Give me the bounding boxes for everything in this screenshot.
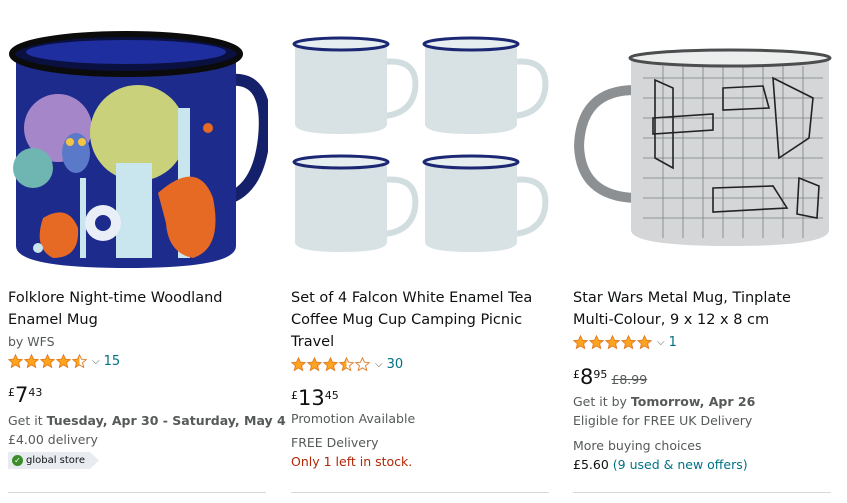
- product-card: Star Wars Metal Mug, Tinplate Multi-Colo…: [573, 0, 833, 503]
- divider: [291, 492, 549, 493]
- delivery-fee: £4.00 delivery: [8, 432, 98, 447]
- price-fraction: 45: [324, 389, 339, 402]
- delivery-info: Get it by Tomorrow, Apr 26: [573, 394, 755, 409]
- delivery-info: Get it Tuesday, Apr 30 - Saturday, May 4: [8, 413, 286, 428]
- price-whole: 8: [580, 365, 594, 389]
- price[interactable]: £ 13 45: [291, 386, 339, 410]
- star-full-icon: [589, 335, 604, 350]
- price-whole: 13: [298, 386, 325, 410]
- star-full-icon: [323, 357, 338, 372]
- review-count-link[interactable]: 1: [669, 335, 677, 350]
- price-fraction: 95: [593, 368, 608, 381]
- price-symbol: £: [573, 368, 580, 381]
- global-store-badge: ✓ global store: [8, 452, 99, 469]
- star-full-icon: [24, 354, 39, 369]
- delivery-date: Tuesday, Apr 30 - Saturday, May 4: [46, 413, 286, 428]
- star-full-icon: [307, 357, 322, 372]
- price-fraction: 43: [28, 386, 43, 399]
- delivery-note: Eligible for FREE UK Delivery: [573, 413, 753, 428]
- chevron-down-icon[interactable]: ⌵: [375, 359, 383, 370]
- star-full-icon: [8, 354, 23, 369]
- delivery-prefix: Get it by: [573, 394, 631, 409]
- divider: [8, 492, 266, 493]
- star-full-icon: [637, 335, 652, 350]
- star-half-icon: [339, 357, 354, 372]
- delivery-prefix: Get it: [8, 413, 47, 428]
- offer-price: £5.60: [573, 457, 609, 472]
- product-title[interactable]: Set of 4 Falcon White Enamel Tea Coffee …: [291, 287, 546, 353]
- price-symbol: £: [8, 386, 15, 399]
- badge-label: global store: [26, 455, 85, 466]
- star-full-icon: [621, 335, 636, 350]
- star-full-icon: [291, 357, 306, 372]
- offers-row: £5.60 (9 used & new offers): [573, 457, 748, 472]
- promotion-label: Promotion Available: [291, 411, 416, 426]
- check-icon: ✓: [12, 455, 23, 466]
- star-full-icon: [605, 335, 620, 350]
- was-price: £8.99: [611, 372, 648, 387]
- rating-row[interactable]: ⌵ 30: [291, 357, 403, 372]
- star-full-icon: [56, 354, 71, 369]
- star-full-icon: [573, 335, 588, 350]
- product-image[interactable]: [291, 18, 551, 273]
- chevron-down-icon[interactable]: ⌵: [657, 337, 665, 348]
- star-rating[interactable]: [573, 335, 652, 350]
- price[interactable]: £ 8 95 £8.99: [573, 365, 647, 389]
- review-count-link[interactable]: 15: [104, 354, 121, 369]
- product-card: Set of 4 Falcon White Enamel Tea Coffee …: [291, 0, 551, 503]
- product-title[interactable]: Star Wars Metal Mug, Tinplate Multi-Colo…: [573, 287, 828, 331]
- price-symbol: £: [291, 389, 298, 402]
- delivery-info: FREE Delivery: [291, 435, 379, 450]
- product-title-text[interactable]: Folklore Night-time Woodland Enamel Mug: [8, 290, 223, 328]
- rating-row[interactable]: ⌵ 1: [573, 335, 677, 350]
- rating-row[interactable]: ⌵ 15: [8, 354, 120, 369]
- price-whole: 7: [15, 383, 29, 407]
- star-rating[interactable]: [291, 357, 370, 372]
- star-half-icon: [72, 354, 87, 369]
- product-image[interactable]: [8, 18, 268, 273]
- divider: [573, 492, 831, 493]
- star-full-icon: [40, 354, 55, 369]
- product-image[interactable]: [573, 18, 833, 273]
- delivery-date: Tomorrow, Apr 26: [630, 394, 756, 409]
- price[interactable]: £ 7 43: [8, 383, 42, 407]
- review-count-link[interactable]: 30: [387, 357, 404, 372]
- star-rating[interactable]: [8, 354, 87, 369]
- product-card: Folklore Night-time Woodland Enamel Mug …: [8, 0, 286, 503]
- product-brand: by WFS: [8, 334, 55, 349]
- more-buying-choices: More buying choices: [573, 438, 702, 453]
- offers-link[interactable]: (9 used & new offers): [613, 457, 748, 472]
- stock-warning: Only 1 left in stock.: [291, 454, 413, 469]
- star-empty-icon: [355, 357, 370, 372]
- chevron-down-icon[interactable]: ⌵: [92, 356, 100, 367]
- product-title[interactable]: Folklore Night-time Woodland Enamel Mug …: [8, 287, 263, 353]
